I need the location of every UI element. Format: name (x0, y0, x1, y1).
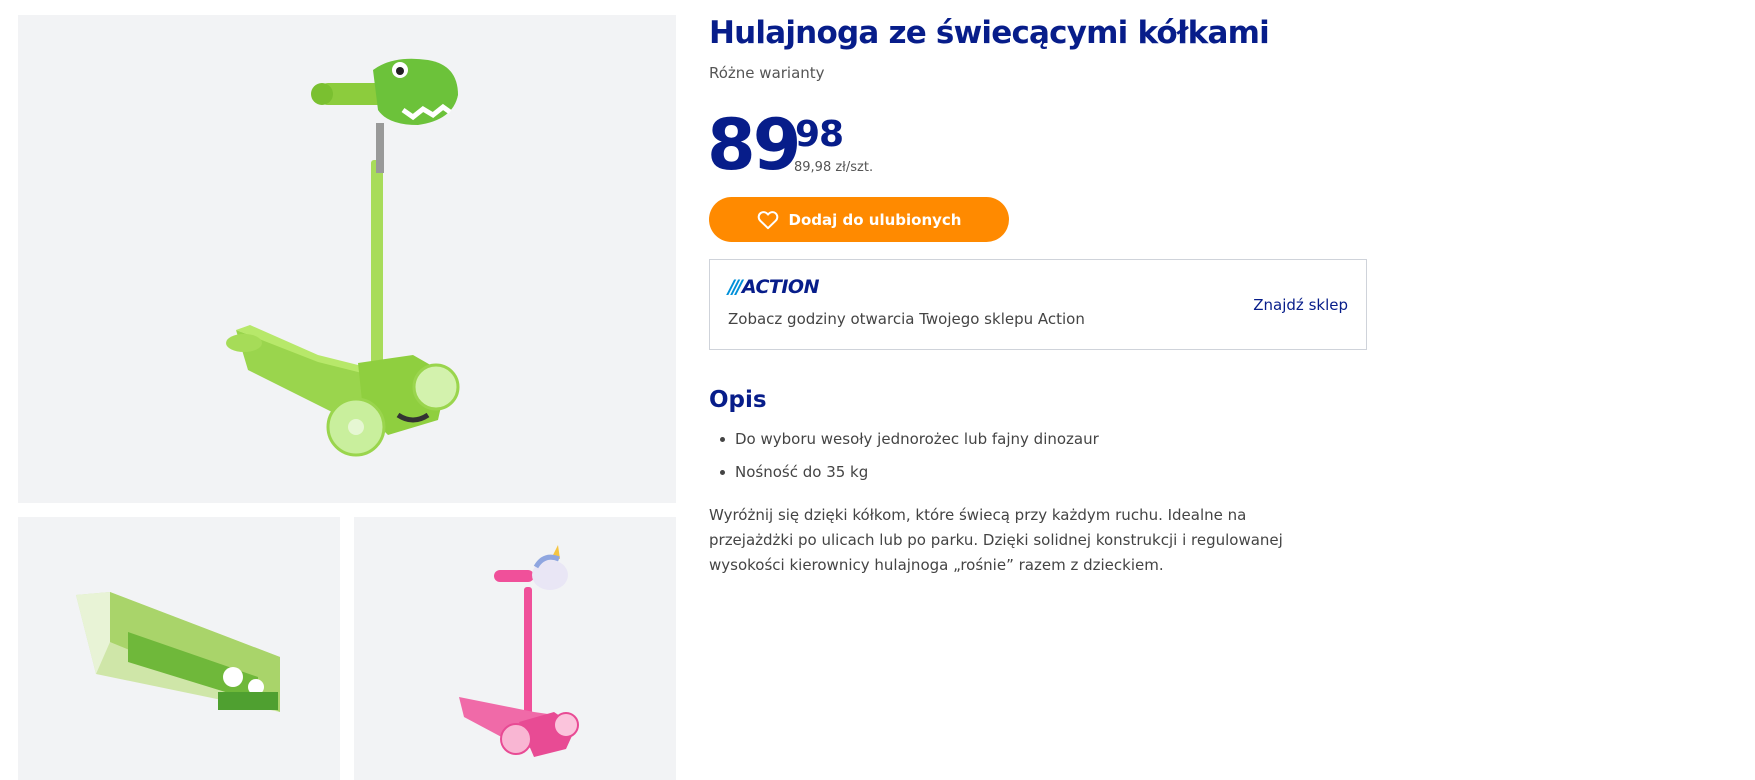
description-heading: Opis (709, 387, 767, 413)
store-hours-text: Zobacz godziny otwarcia Twojego sklepu A… (728, 310, 1085, 328)
find-store-link[interactable]: Znajdź sklep (1253, 296, 1348, 314)
scooter-box-image (76, 592, 280, 712)
logo-text: ACTION (741, 276, 820, 298)
price-integer: 89 (707, 104, 801, 186)
heart-icon (757, 210, 779, 230)
pink-scooter-image (459, 545, 579, 757)
add-to-favorites-label: Dodaj do ulubionych (788, 210, 962, 229)
product-main-image[interactable] (18, 15, 676, 503)
product-title: Hulajnoga ze świecącymi kółkami (709, 15, 1270, 51)
price-decimal: 98 (795, 114, 844, 155)
logo-slashes: /// (728, 276, 743, 298)
action-logo: ///ACTION (728, 276, 819, 298)
description-text: Wyróżnij się dzięki kółkom, które świecą… (709, 506, 1283, 574)
feature-item: Do wyboru wesoły jednorożec lub fajny di… (709, 427, 1099, 460)
add-to-favorites-button[interactable]: Dodaj do ulubionych (709, 197, 1009, 242)
feature-item: Nośność do 35 kg (709, 460, 1099, 493)
green-scooter-image (226, 58, 460, 457)
unit-price: 89,98 zł/szt. (794, 160, 874, 175)
thumbnail-pink-scooter[interactable] (354, 517, 676, 780)
variants-label: Różne warianty (709, 64, 825, 82)
store-finder-box: ///ACTION Zobacz godziny otwarcia Twojeg… (709, 259, 1367, 350)
thumbnail-scooter-box[interactable] (18, 517, 340, 780)
feature-list: Do wyboru wesoły jednorożec lub fajny di… (709, 427, 1099, 493)
